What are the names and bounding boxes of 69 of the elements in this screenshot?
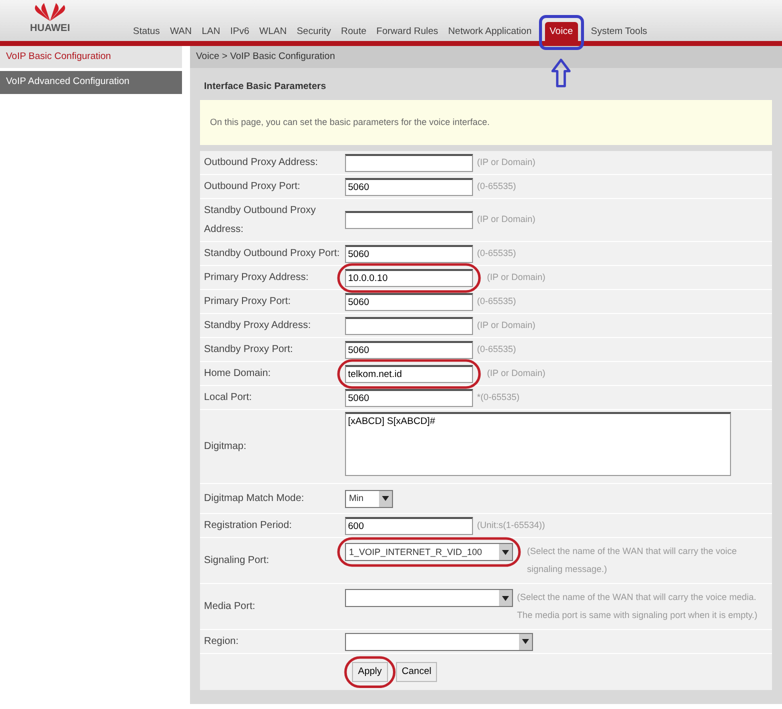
nav-tab[interactable]: System Tools <box>586 22 652 41</box>
input-field[interactable]: 10.0.0.10 <box>345 268 473 286</box>
input-field[interactable] <box>345 211 473 229</box>
field-hint: (0-65535) <box>477 342 516 356</box>
field-label: Primary Proxy Port: <box>203 295 292 309</box>
field-label: Standby Outbound Proxy Address: <box>203 204 317 237</box>
field-hint: (Unit:s(1-65534)) <box>477 518 546 532</box>
field-hint: (IP or Domain) <box>487 270 546 284</box>
field-hint: (0-65535) <box>477 294 516 308</box>
field-hint: (IP or Domain) <box>477 318 536 332</box>
field-label: Local Port: <box>203 391 253 405</box>
nav-tab[interactable]: LAN <box>196 22 226 41</box>
sidebar-item[interactable]: VoIP Basic Configuration <box>0 46 182 68</box>
field-hint: (IP or Domain) <box>477 213 536 226</box>
nav-tab[interactable]: IPv6 <box>225 22 254 41</box>
field-label: Outbound Proxy Address: <box>203 156 319 170</box>
field-hint: (Select the name of the WAN that will carry the voice signaling message.) <box>527 545 738 576</box>
input-field[interactable] <box>345 154 473 172</box>
select-field[interactable] <box>345 632 533 650</box>
field-hint: (0-65535) <box>477 180 516 193</box>
field-label: Digitmap Match Mode: <box>203 492 306 506</box>
nav-tab[interactable]: WAN <box>164 22 197 41</box>
input-field[interactable]: 5060 <box>345 244 473 262</box>
dropdown-icon <box>379 490 392 506</box>
field-label: Primary Proxy Address: <box>203 271 310 285</box>
field-label: Registration Period: <box>203 519 293 533</box>
field-hint: *(0-65535) <box>477 390 520 404</box>
sidebar-item[interactable]: VoIP Advanced Configuration <box>0 71 182 94</box>
field-label: Standby Proxy Address: <box>203 319 312 333</box>
input-field[interactable]: 5060 <box>345 292 473 310</box>
field-hint: (Select the name of the WAN that will carry the voice media. The media port is same with signaling port when it is empty.) <box>517 591 758 622</box>
dropdown-icon <box>499 544 512 560</box>
input-field[interactable]: 5060 <box>345 388 473 406</box>
field-label: Digitmap: <box>203 440 248 454</box>
select-field[interactable] <box>345 589 513 608</box>
info-text: On this page, you can set the basic parameters for the voice interface. <box>200 100 772 145</box>
input-field[interactable]: 600 <box>345 516 473 534</box>
field-label: Standby Outbound Proxy Port: <box>203 247 341 261</box>
input-field[interactable]: 5060 <box>345 178 473 196</box>
field-label: Outbound Proxy Port: <box>203 180 302 194</box>
field-label: Signaling Port: <box>203 554 270 568</box>
dropdown-icon <box>519 634 532 650</box>
nav-tab[interactable]: Status <box>128 22 165 41</box>
field-hint: (IP or Domain) <box>477 156 536 169</box>
form-button[interactable]: Cancel <box>396 662 438 682</box>
select-field[interactable]: 1_VOIP_INTERNET_R_VID_100 <box>345 543 513 562</box>
input-field[interactable]: 5060 <box>345 340 473 358</box>
field-label: Home Domain: <box>203 367 272 381</box>
pointer-arrow <box>550 58 572 88</box>
field-label: Media Port: <box>203 600 256 614</box>
nav-tab[interactable]: Security <box>292 22 336 41</box>
section-title: Interface Basic Parameters <box>203 80 327 94</box>
select-field[interactable]: Min <box>345 490 393 508</box>
nav-tab[interactable]: Route <box>336 22 372 41</box>
logo-text: HUAWEI <box>30 22 70 36</box>
field-label: Standby Proxy Port: <box>203 343 294 357</box>
breadcrumb: Voice > VoIP Basic Configuration <box>190 46 782 68</box>
dropdown-icon <box>499 590 512 606</box>
field-hint: (0-65535) <box>477 246 516 260</box>
input-field[interactable] <box>345 316 473 334</box>
field-label: Region: <box>203 635 240 649</box>
nav-tab[interactable]: WLAN <box>254 22 292 41</box>
nav-tab[interactable]: Voice <box>544 22 578 41</box>
field-hint: (IP or Domain) <box>487 366 546 380</box>
input-field[interactable]: [xABCD] S[xABCD]# <box>345 412 731 476</box>
input-field[interactable]: telkom.net.id <box>345 364 473 382</box>
nav-tab[interactable]: Forward Rules <box>371 22 444 41</box>
form-button[interactable]: Apply <box>352 662 388 682</box>
nav-tab[interactable]: Network Application <box>443 22 537 41</box>
